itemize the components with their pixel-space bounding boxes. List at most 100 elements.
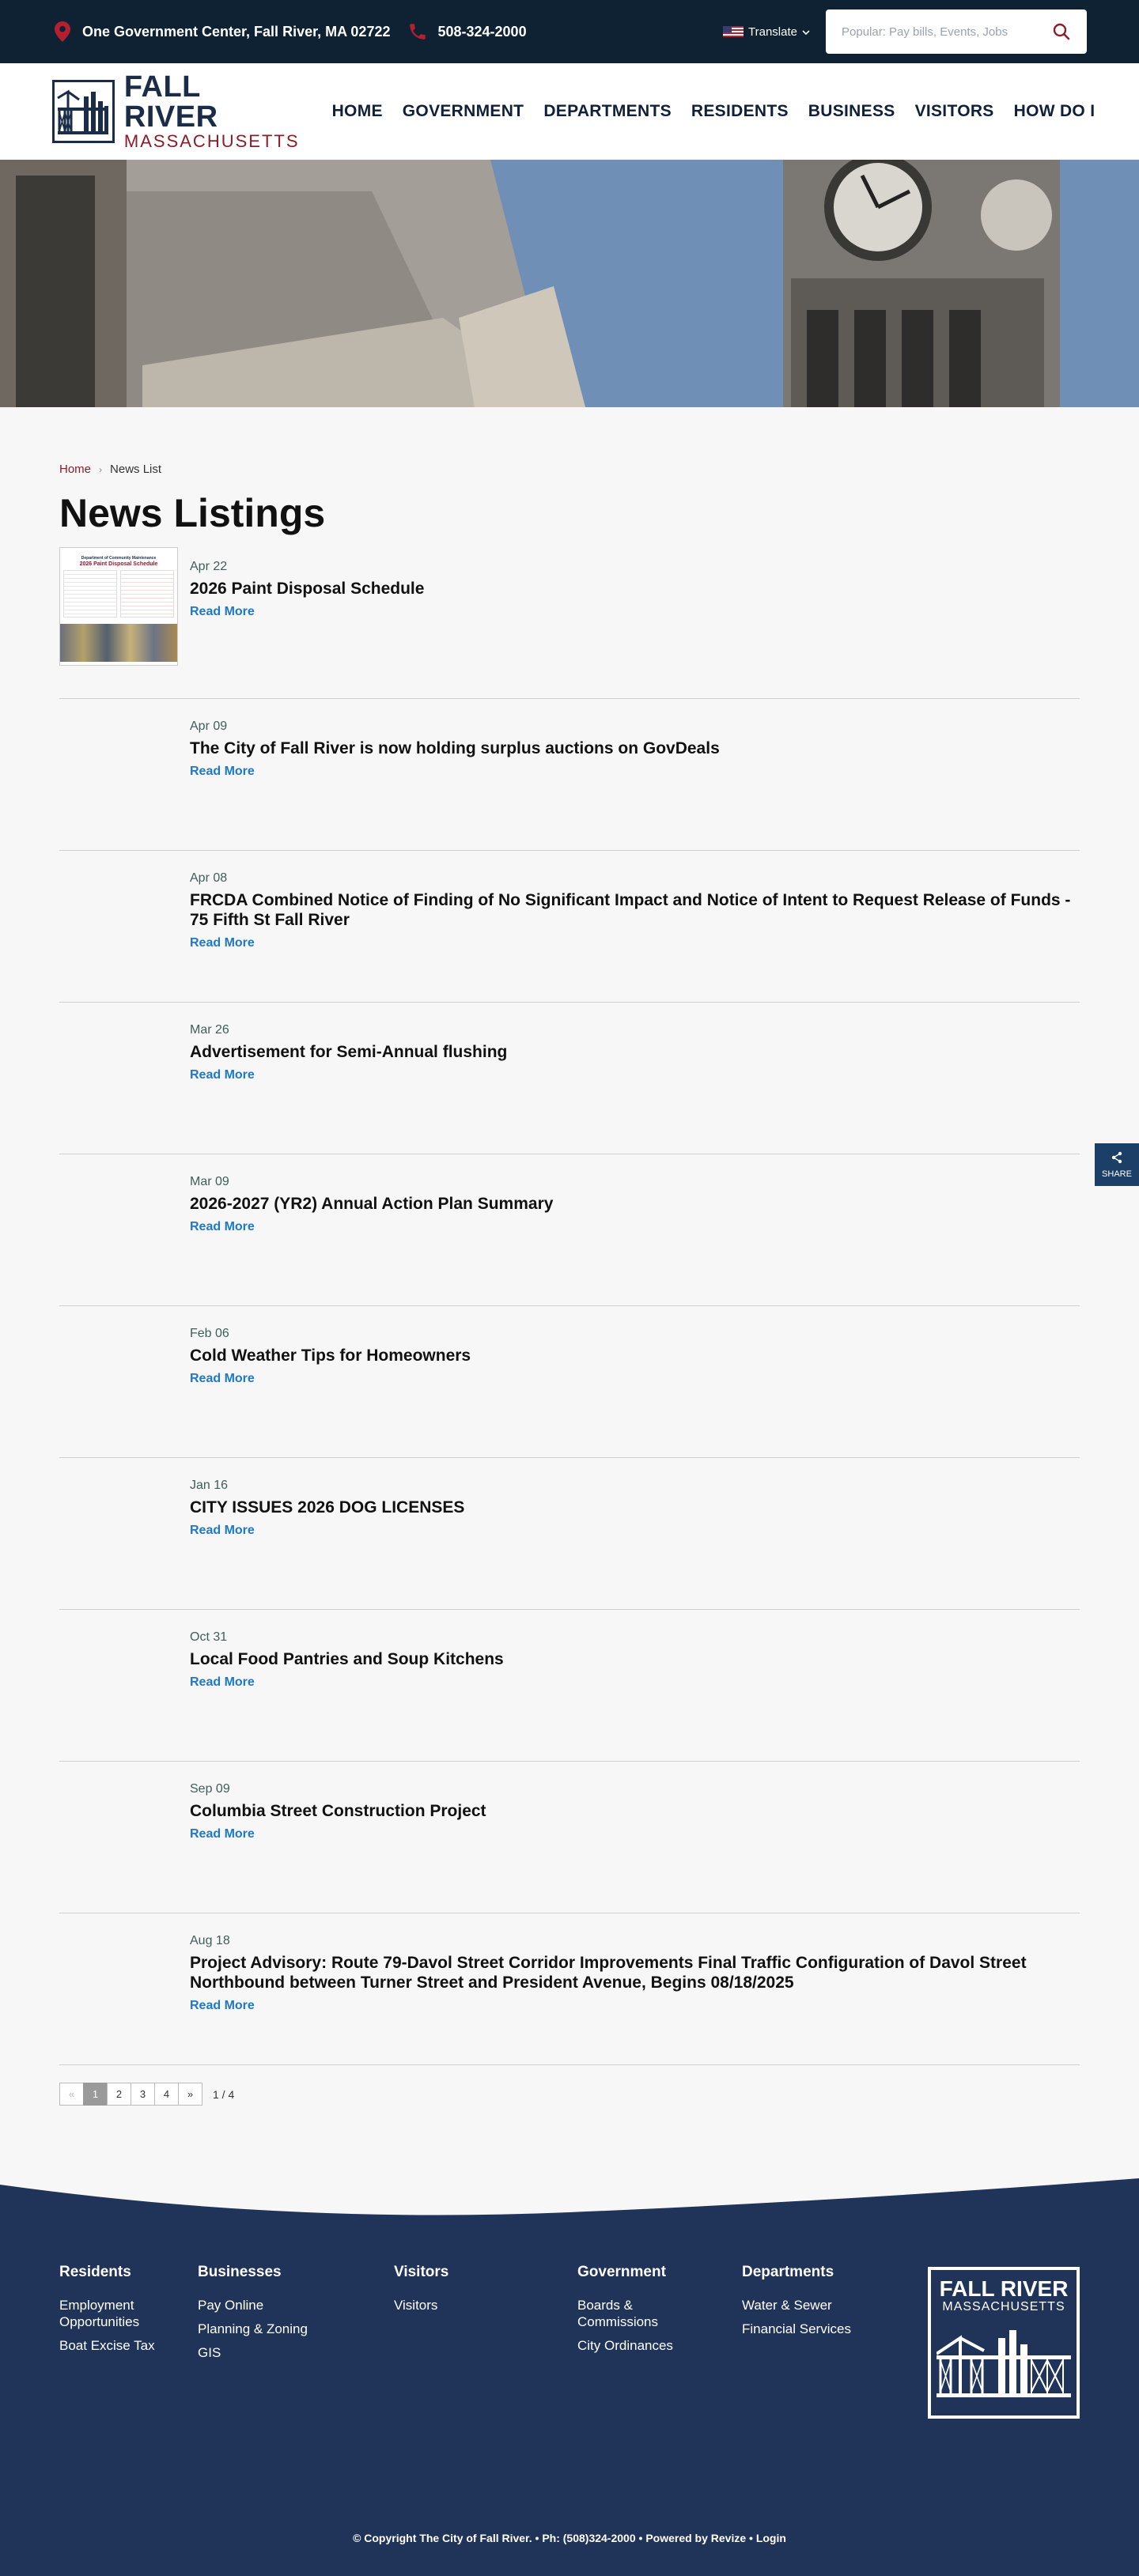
- footer-link[interactable]: Boat Excise Tax: [59, 2337, 198, 2354]
- footer-link[interactable]: Water & Sewer: [742, 2297, 900, 2313]
- news-title[interactable]: The City of Fall River is now holding su…: [190, 738, 1080, 758]
- footer-link[interactable]: Boards & Commissions: [577, 2297, 680, 2330]
- read-more-link[interactable]: Read More: [190, 605, 255, 619]
- footer-logo[interactable]: FALL RIVER MASSACHUSETTS: [928, 2267, 1080, 2419]
- page-title: News Listings: [59, 491, 326, 535]
- news-date: Mar 09: [190, 1175, 229, 1188]
- footer-link[interactable]: Pay Online: [198, 2297, 394, 2313]
- chevron-down-icon: [802, 25, 810, 39]
- phone[interactable]: 508-324-2000: [407, 21, 527, 42]
- top-bar: One Government Center, Fall River, MA 02…: [0, 0, 1139, 63]
- news-title[interactable]: Project Advisory: Route 79-Davol Street …: [190, 1953, 1080, 1992]
- next-page-button[interactable]: »: [178, 2083, 202, 2106]
- footer-heading: Government: [577, 2264, 666, 2280]
- footer-col-residents: Residents Employment Opportunities Boat …: [59, 2264, 198, 2368]
- news-title[interactable]: Advertisement for Semi-Annual flushing: [190, 1042, 1080, 1062]
- news-title[interactable]: 2026-2027 (YR2) Annual Action Plan Summa…: [190, 1194, 1080, 1214]
- logo-title: FALL RIVER: [123, 70, 218, 134]
- footer-link[interactable]: Employment Opportunities: [59, 2297, 170, 2330]
- nav-residents[interactable]: RESIDENTS: [691, 102, 789, 121]
- nav-home[interactable]: HOME: [332, 102, 383, 121]
- nav-business[interactable]: BUSINESS: [808, 102, 895, 121]
- thumb-heading: Department of Community Maintenance: [81, 556, 157, 561]
- translate-dropdown[interactable]: Translate: [723, 25, 810, 39]
- breadcrumb-current: News List: [110, 463, 162, 476]
- search-box: [826, 9, 1087, 54]
- news-date: Aug 18: [190, 1934, 230, 1947]
- footer-col-visitors: Visitors Visitors: [394, 2264, 577, 2368]
- footer-link[interactable]: City Ordinances: [577, 2337, 742, 2354]
- news-item: Jan 16 CITY ISSUES 2026 DOG LICENSES Rea…: [59, 1458, 1080, 1610]
- page-button-1[interactable]: 1: [83, 2083, 108, 2106]
- share-icon: [1111, 1151, 1123, 1166]
- footer-heading: Visitors: [394, 2264, 449, 2280]
- news-title[interactable]: Columbia Street Construction Project: [190, 1801, 1080, 1821]
- translate-label: Translate: [748, 25, 797, 39]
- news-title[interactable]: 2026 Paint Disposal Schedule: [190, 579, 1080, 599]
- news-item: Apr 08 FRCDA Combined Notice of Finding …: [59, 851, 1080, 1003]
- news-item: Department of Community Maintenance 2026…: [59, 547, 1080, 699]
- read-more-link[interactable]: Read More: [190, 1524, 255, 1538]
- footer-logo-bridge-icon: [935, 2330, 1071, 2397]
- page-button-4[interactable]: 4: [154, 2083, 179, 2106]
- news-date: Feb 06: [190, 1327, 229, 1340]
- phone-text: 508-324-2000: [437, 23, 527, 40]
- footer-link[interactable]: Financial Services: [742, 2321, 900, 2337]
- powered-by-link[interactable]: Powered by Revize: [645, 2532, 746, 2544]
- read-more-link[interactable]: Read More: [190, 1068, 255, 1082]
- share-button[interactable]: SHARE: [1095, 1143, 1139, 1186]
- read-more-link[interactable]: Read More: [190, 936, 255, 950]
- hero-banner-image: [0, 160, 1139, 407]
- news-date: Apr 08: [190, 871, 228, 885]
- breadcrumb-home[interactable]: Home: [59, 463, 91, 476]
- read-more-link[interactable]: Read More: [190, 1372, 255, 1386]
- main-nav: HOME GOVERNMENT DEPARTMENTS RESIDENTS BU…: [332, 102, 1095, 121]
- news-item: Sep 09 Columbia Street Construction Proj…: [59, 1762, 1080, 1913]
- news-item: Mar 26 Advertisement for Semi-Annual flu…: [59, 1003, 1080, 1154]
- footer-col-government: Government Boards & Commissions City Ord…: [577, 2264, 742, 2368]
- news-title[interactable]: CITY ISSUES 2026 DOG LICENSES: [190, 1498, 1080, 1517]
- site-header: FALL RIVER MASSACHUSETTS HOME GOVERNMENT…: [0, 63, 1139, 160]
- footer-col-businesses: Businesses Pay Online Planning & Zoning …: [198, 2264, 394, 2368]
- chevron-right-icon: ›: [99, 463, 103, 475]
- logo-subtitle: MASSACHUSETTS: [123, 131, 300, 151]
- page-button-3[interactable]: 3: [131, 2083, 155, 2106]
- nav-visitors[interactable]: VISITORS: [915, 102, 994, 121]
- site-logo[interactable]: FALL RIVER MASSACHUSETTS: [52, 72, 301, 151]
- search-icon[interactable]: [1052, 22, 1071, 41]
- footer-logo-title: FALL RIVER: [939, 2276, 1069, 2301]
- read-more-link[interactable]: Read More: [190, 1827, 255, 1841]
- thumb-title: 2026 Paint Disposal Schedule: [79, 561, 158, 567]
- news-title[interactable]: Cold Weather Tips for Homeowners: [190, 1346, 1080, 1365]
- nav-government[interactable]: GOVERNMENT: [403, 102, 524, 121]
- read-more-link[interactable]: Read More: [190, 1999, 255, 2013]
- login-link[interactable]: Login: [756, 2532, 786, 2544]
- copyright-bar: © Copyright The City of Fall River. • Ph…: [353, 2532, 786, 2544]
- page-count: 1 / 4: [213, 2087, 235, 2101]
- news-date: Sep 09: [190, 1782, 230, 1796]
- phone-icon: [407, 21, 428, 42]
- main-content: Home › News List News Listings Departmen…: [0, 407, 1139, 2106]
- pagination: « 1 2 3 4 » 1 / 4: [59, 2083, 1080, 2106]
- nav-departments[interactable]: DEPARTMENTS: [543, 102, 672, 121]
- read-more-link[interactable]: Read More: [190, 765, 255, 779]
- address: One Government Center, Fall River, MA 02…: [52, 21, 390, 42]
- read-more-link[interactable]: Read More: [190, 1675, 255, 1690]
- footer-link[interactable]: GIS: [198, 2344, 394, 2361]
- news-thumbnail[interactable]: Department of Community Maintenance 2026…: [59, 547, 178, 666]
- news-date: Oct 31: [190, 1630, 228, 1644]
- footer-link[interactable]: Visitors: [394, 2297, 577, 2313]
- read-more-link[interactable]: Read More: [190, 1220, 255, 1234]
- news-date: Jan 16: [190, 1479, 229, 1492]
- footer-link[interactable]: Planning & Zoning: [198, 2321, 394, 2337]
- news-title[interactable]: Local Food Pantries and Soup Kitchens: [190, 1649, 1080, 1669]
- footer-columns: Residents Employment Opportunities Boat …: [59, 2264, 1080, 2368]
- footer-logo-subtitle: MASSACHUSETTS: [942, 2300, 1065, 2313]
- search-input[interactable]: [842, 25, 1052, 39]
- address-text: One Government Center, Fall River, MA 02…: [82, 23, 391, 40]
- news-item: Aug 18 Project Advisory: Route 79-Davol …: [59, 1913, 1080, 2065]
- nav-how-do-i[interactable]: HOW DO I: [1014, 102, 1095, 121]
- news-title[interactable]: FRCDA Combined Notice of Finding of No S…: [190, 890, 1080, 930]
- prev-page-button[interactable]: «: [59, 2083, 84, 2106]
- page-button-2[interactable]: 2: [107, 2083, 131, 2106]
